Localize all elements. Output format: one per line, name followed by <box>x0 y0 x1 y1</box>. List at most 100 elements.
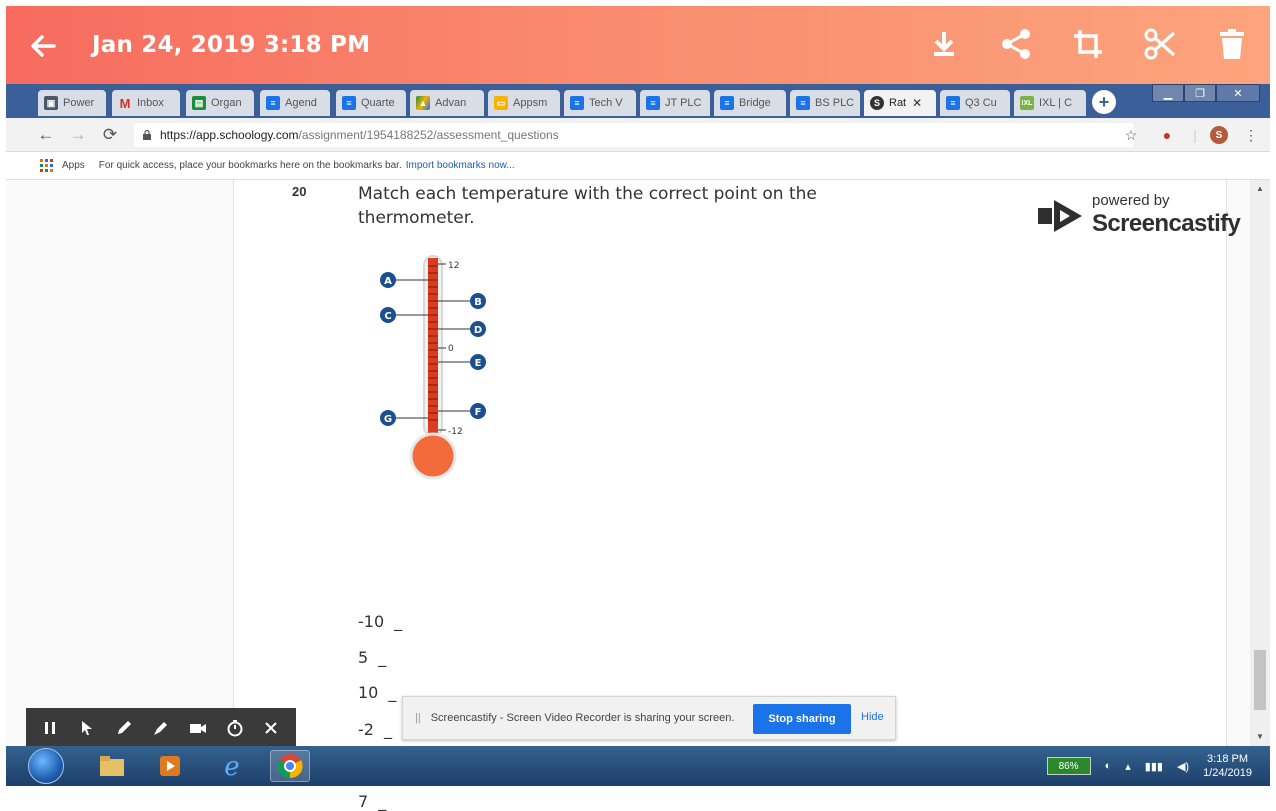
sheets-icon: ▤ <box>192 96 206 110</box>
apps-grid-icon <box>40 158 53 172</box>
sharing-message: Screencastify - Screen Video Recorder is… <box>430 712 735 724</box>
menu-kebab-icon[interactable]: ⋮ <box>1242 126 1260 144</box>
gallery-header: Jan 24, 2019 3:18 PM <box>6 6 1270 84</box>
thermometer-bulb <box>409 432 457 480</box>
highlighter-icon[interactable] <box>147 714 175 742</box>
watermark-powered-by: powered by <box>1092 192 1170 209</box>
file-explorer-icon[interactable] <box>92 750 132 782</box>
maximize-button[interactable]: ❐ <box>1184 84 1216 102</box>
scale-label-top: 12 <box>448 261 459 271</box>
network-icon[interactable]: ▮▮▮ <box>1145 760 1163 773</box>
tab-power[interactable]: ▣ Power <box>38 90 106 116</box>
tab-q3[interactable]: ≡ Q3 Cu <box>940 90 1010 116</box>
tab-tech[interactable]: ≡ Tech V <box>564 90 636 116</box>
back-button[interactable]: ← <box>36 125 56 145</box>
page-scrollbar[interactable]: ▲ ▼ <box>1250 180 1270 746</box>
gmail-icon: M <box>119 95 131 111</box>
answer-blank-input[interactable]: _ <box>378 792 386 811</box>
scroll-down-arrow[interactable]: ▼ <box>1254 732 1266 742</box>
drag-handle-icon[interactable]: || <box>415 712 421 724</box>
docs-icon: ≡ <box>266 96 280 110</box>
tab-bs-plc[interactable]: ≡ BS PLC <box>790 90 860 116</box>
answer-row: -2 _ <box>358 720 392 739</box>
point-g-label: G <box>384 414 392 425</box>
volume-icon[interactable]: ◀) <box>1177 760 1189 773</box>
window-controls: ▁ ❐ ✕ <box>1152 84 1260 102</box>
tab-rat-active[interactable]: S Rat ✕ <box>864 90 936 116</box>
trash-icon[interactable] <box>1210 22 1254 66</box>
apps-shortcut[interactable]: Apps <box>40 158 85 173</box>
docs-icon: ≡ <box>720 96 734 110</box>
chrome-icon[interactable] <box>270 750 310 782</box>
answer-blank-input[interactable]: _ <box>378 648 386 667</box>
url-path: /assignment/1954188252/assessment_questi… <box>298 128 559 142</box>
system-tray: 86% ◐ ▴ ▮▮▮ ◀) 3:18 PM 1/24/2019 <box>1046 750 1252 782</box>
docs-icon: ≡ <box>796 96 810 110</box>
scissors-icon[interactable] <box>1138 22 1182 66</box>
forward-button[interactable]: → <box>68 125 88 145</box>
question-number: 20 <box>292 184 307 199</box>
minimize-button[interactable]: ▁ <box>1152 84 1184 102</box>
pen-icon[interactable] <box>110 714 138 742</box>
media-player-icon[interactable] <box>150 750 190 782</box>
tab-ixl[interactable]: IXL IXL | C <box>1014 90 1086 116</box>
profile-avatar[interactable]: S <box>1210 126 1228 144</box>
url-input[interactable]: https://app.schoology.com/assignment/195… <box>134 123 1134 147</box>
tab-bridge[interactable]: ≡ Bridge <box>714 90 786 116</box>
pause-icon[interactable] <box>36 714 64 742</box>
system-clock[interactable]: 3:18 PM 1/24/2019 <box>1203 752 1252 780</box>
address-bar: ← → ⟳ https://app.schoology.com/assignme… <box>6 118 1270 152</box>
close-icon[interactable] <box>257 714 285 742</box>
answer-blank-input[interactable]: _ <box>394 612 402 631</box>
crop-icon[interactable] <box>1066 22 1110 66</box>
timer-icon[interactable] <box>221 714 249 742</box>
toolbar-divider: | <box>1193 127 1197 143</box>
bookmark-star-icon[interactable]: ☆ <box>1122 126 1140 144</box>
scroll-thumb[interactable] <box>1254 650 1266 710</box>
tab-jt-plc[interactable]: ≡ JT PLC <box>640 90 710 116</box>
stop-sharing-button[interactable]: Stop sharing <box>753 704 851 734</box>
windows-taskbar: e 86% ◐ ▴ ▮▮▮ ◀) 3:18 PM 1/24/2019 <box>6 746 1270 786</box>
screencastify-logo-icon <box>1038 200 1082 232</box>
tray-app-icon[interactable]: ◐ <box>1105 760 1112 772</box>
tab-organ[interactable]: ▤ Organ <box>186 90 254 116</box>
import-bookmarks-link[interactable]: Import bookmarks now... <box>406 160 515 171</box>
screencastify-watermark: powered by Screencastify <box>1036 186 1256 246</box>
hide-link[interactable]: Hide <box>861 711 884 723</box>
point-f-label: F <box>475 407 482 418</box>
tab-inbox[interactable]: M Inbox <box>112 90 180 116</box>
extension-icon[interactable]: ● <box>1158 126 1176 144</box>
url-host: https://app.schoology.com <box>160 128 299 142</box>
bookmarks-hint: For quick access, place your bookmarks h… <box>98 160 402 171</box>
new-tab-button[interactable]: + <box>1092 90 1116 114</box>
slides-icon: ▭ <box>494 96 508 110</box>
answer-blank-input[interactable]: _ <box>384 720 392 739</box>
internet-explorer-icon[interactable]: e <box>212 750 252 782</box>
back-arrow-icon[interactable] <box>24 26 64 66</box>
show-hidden-icons[interactable]: ▴ <box>1125 760 1131 773</box>
start-button[interactable] <box>28 748 64 784</box>
tab-quarte[interactable]: ≡ Quarte <box>336 90 406 116</box>
reload-button[interactable]: ⟳ <box>100 125 120 145</box>
powerschool-icon: ▣ <box>44 96 58 110</box>
pointer-icon[interactable] <box>73 714 101 742</box>
camera-icon[interactable] <box>184 714 212 742</box>
battery-indicator[interactable]: 86% <box>1046 757 1091 775</box>
point-b-label: B <box>474 297 482 308</box>
close-window-button[interactable]: ✕ <box>1216 84 1260 102</box>
watermark-brand: Screencastify <box>1092 210 1241 237</box>
browser-window: ▣ Power M Inbox ▤ Organ ≡ Agend ≡ Quarte ▲ Adv… <box>6 84 1270 811</box>
scale-label-bottom: -12 <box>448 427 463 437</box>
download-icon[interactable] <box>922 22 966 66</box>
tab-strip: ▣ Power M Inbox ▤ Organ ≡ Agend ≡ Quarte ▲ Adv… <box>6 84 1270 118</box>
assessment-page: ▲ ▼ 20 Match each temperature with the c… <box>6 180 1270 811</box>
screen-sharing-bar: || Screencastify - Screen Video Recorder… <box>402 696 896 740</box>
tab-advan[interactable]: ▲ Advan <box>410 90 484 116</box>
close-tab-icon[interactable]: ✕ <box>912 96 922 110</box>
svg-text:e: e <box>224 752 239 781</box>
tab-appsm[interactable]: ▭ Appsm <box>488 90 560 116</box>
share-icon[interactable] <box>994 22 1038 66</box>
tab-agend[interactable]: ≡ Agend <box>260 90 330 116</box>
answer-blank-input[interactable]: _ <box>388 683 396 702</box>
recording-toolbar <box>26 708 296 748</box>
